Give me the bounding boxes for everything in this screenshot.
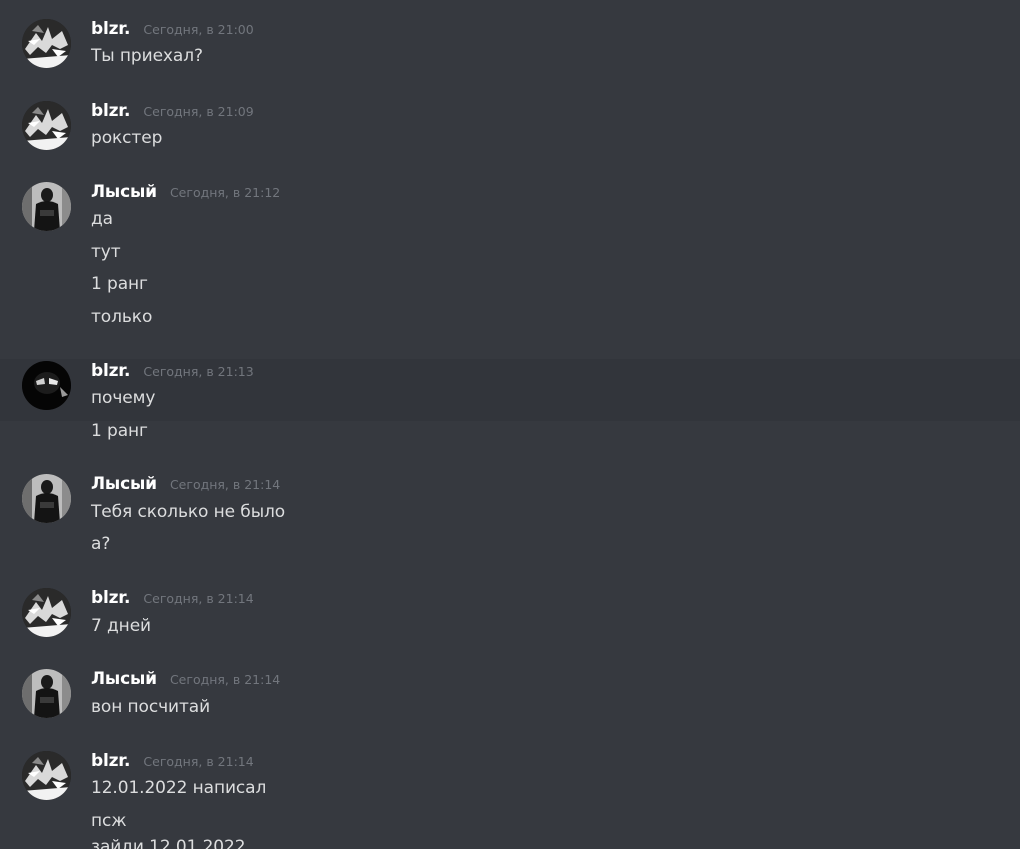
message-header: Лысый Сегодня, в 21:14 <box>91 669 280 691</box>
chat-message-list[interactable]: blzr. Сегодня, в 21:00 Ты приехал? blzr.… <box>0 0 1020 849</box>
message-text: только <box>91 307 153 327</box>
message-text: 1 ранг <box>91 274 148 294</box>
user-avatar[interactable] <box>22 588 71 637</box>
message-header: Лысый Сегодня, в 21:14 <box>91 474 280 496</box>
message-text: псж <box>91 811 127 831</box>
message-text: зайди 12.01.2022 <box>91 837 246 849</box>
person-avatar-icon <box>22 474 71 523</box>
message-timestamp: Сегодня, в 21:09 <box>143 104 254 119</box>
message-header: Лысый Сегодня, в 21:12 <box>91 182 280 204</box>
message-text: да <box>91 209 113 229</box>
author-name[interactable]: blzr. <box>91 19 131 39</box>
message-text: 1 ранг <box>91 421 148 441</box>
message-timestamp: Сегодня, в 21:14 <box>143 754 254 769</box>
message-header: blzr. Сегодня, в 21:14 <box>91 751 254 773</box>
user-avatar[interactable] <box>22 361 71 410</box>
mask-avatar-icon <box>22 361 71 410</box>
message-timestamp: Сегодня, в 21:14 <box>169 477 281 492</box>
message-header: blzr. Сегодня, в 21:09 <box>91 101 254 123</box>
message-timestamp: Сегодня, в 21:13 <box>143 364 254 379</box>
user-avatar[interactable] <box>22 751 71 800</box>
message-text: Тебя сколько не было <box>91 502 286 522</box>
author-name[interactable]: Лысый <box>91 474 157 494</box>
user-avatar[interactable] <box>22 669 71 718</box>
message-timestamp: Сегодня, в 21:14 <box>169 672 281 687</box>
message-text: а? <box>91 534 111 554</box>
message-header: blzr. Сегодня, в 21:14 <box>91 588 254 610</box>
person-avatar-icon <box>22 669 71 718</box>
message-text: 7 дней <box>91 616 151 636</box>
author-name[interactable]: Лысый <box>91 182 157 202</box>
message-timestamp: Сегодня, в 21:00 <box>143 22 254 37</box>
message-text: вон посчитай <box>91 697 211 717</box>
message-header: blzr. Сегодня, в 21:13 <box>91 361 254 383</box>
author-name[interactable]: blzr. <box>91 588 131 608</box>
message-header: blzr. Сегодня, в 21:00 <box>91 19 254 41</box>
author-name[interactable]: blzr. <box>91 361 131 381</box>
message-text: рокстер <box>91 128 163 148</box>
mech-avatar-icon <box>22 101 71 150</box>
user-avatar[interactable] <box>22 182 71 231</box>
author-name[interactable]: blzr. <box>91 751 131 771</box>
message-text: тут <box>91 242 121 262</box>
message-timestamp: Сегодня, в 21:12 <box>169 185 281 200</box>
user-avatar[interactable] <box>22 101 71 150</box>
mech-avatar-icon <box>22 19 71 68</box>
message-timestamp: Сегодня, в 21:14 <box>143 591 254 606</box>
author-name[interactable]: Лысый <box>91 669 157 689</box>
user-avatar[interactable] <box>22 19 71 68</box>
message-text: 12.01.2022 написал <box>91 778 267 798</box>
message-text: почему <box>91 388 156 408</box>
user-avatar[interactable] <box>22 474 71 523</box>
mech-avatar-icon <box>22 751 71 800</box>
mech-avatar-icon <box>22 588 71 637</box>
author-name[interactable]: blzr. <box>91 101 131 121</box>
message-text: Ты приехал? <box>91 46 203 66</box>
person-avatar-icon <box>22 182 71 231</box>
